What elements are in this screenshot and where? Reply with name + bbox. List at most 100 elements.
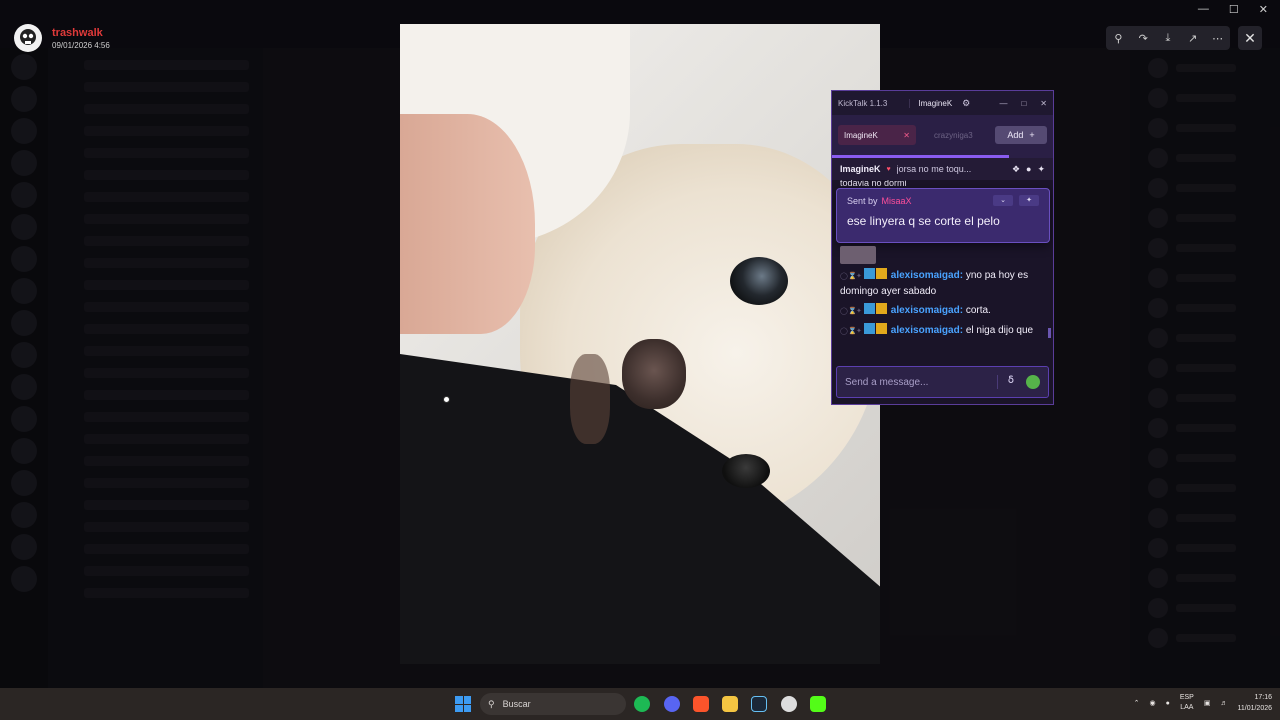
pinned-message[interactable]: ImagineK ♥ jorsa no me toqu... ❖ ● ✦ xyxy=(832,158,1053,180)
clock[interactable]: 17:16 11/01/2026 xyxy=(1237,692,1272,714)
pin-icon[interactable]: ❖ xyxy=(1012,164,1020,175)
brave-icon[interactable] xyxy=(693,696,709,712)
spotify-icon[interactable] xyxy=(634,696,650,712)
chevron-up-icon[interactable]: ⌃ xyxy=(1134,699,1140,707)
hand xyxy=(400,114,535,334)
discord-icon[interactable] xyxy=(664,696,680,712)
badge-icon xyxy=(864,323,875,334)
mouse-cursor xyxy=(443,396,450,403)
sender-name[interactable]: MisaaX xyxy=(882,196,912,206)
pinned-user[interactable]: ImagineK xyxy=(840,164,881,174)
emote-image xyxy=(840,246,876,264)
network-icon[interactable]: ▣ xyxy=(1204,699,1211,707)
avatar[interactable] xyxy=(14,24,42,52)
chat-messages: todavia no dormi Sent by MisaaX ⌄ ✦ ese … xyxy=(832,180,1053,340)
emote-picker-icon[interactable] xyxy=(1026,375,1040,389)
uploader-name[interactable]: trashwalk xyxy=(52,27,110,39)
language-indicator[interactable]: ESP LAA xyxy=(1180,693,1194,713)
chat-username[interactable]: alexisomaigad: xyxy=(891,325,963,336)
chat-username[interactable]: alexisomaigad: xyxy=(891,270,963,281)
viewer-toolbar: ⚲ ↷ ⤓ ↗ ⋯ xyxy=(1106,26,1230,50)
unpin-icon[interactable]: ✦ xyxy=(1037,164,1045,175)
pin-icon[interactable]: ✦ xyxy=(856,304,864,319)
ban-icon[interactable]: ⌛ xyxy=(848,269,857,284)
chat-message: ◯⌛✦ alexisomaigad: corta. xyxy=(840,303,1043,319)
scrollbar[interactable] xyxy=(1048,328,1051,338)
close-tab-icon[interactable]: ✕ xyxy=(903,131,910,140)
zoom-icon[interactable]: ⚲ xyxy=(1109,32,1127,45)
open-external-icon[interactable]: ↗ xyxy=(1184,32,1202,45)
chat-message: todavia no dormi xyxy=(840,180,907,188)
dog-eye xyxy=(722,454,770,488)
minimize-icon[interactable]: — xyxy=(999,99,1007,108)
reply-card-text: ese linyera q se corte el pelo xyxy=(847,214,1000,228)
more-icon[interactable]: ⋯ xyxy=(1209,32,1227,45)
lang-bottom: LAA xyxy=(1180,704,1194,711)
add-channel-button[interactable]: Add + xyxy=(995,126,1047,144)
upload-timestamp: 09/01/2026 4:56 xyxy=(52,40,110,50)
search-label: Buscar xyxy=(502,699,531,709)
crown-icon xyxy=(876,323,887,334)
chat-username[interactable]: alexisomaigad: xyxy=(891,305,963,316)
ban-icon[interactable]: ⌛ xyxy=(848,304,857,319)
gear-icon[interactable]: ⚙ xyxy=(962,98,970,109)
chevron-down-icon[interactable]: ⌄ xyxy=(993,195,1013,206)
dog-photo[interactable] xyxy=(400,24,880,664)
close-viewer-button[interactable]: ✕ xyxy=(1238,26,1262,50)
timeout-icon[interactable]: ◯ xyxy=(840,304,848,319)
translate-icon[interactable]: ẟ xyxy=(1008,375,1014,389)
close-window-icon[interactable]: ✕ xyxy=(1259,3,1268,16)
message-input[interactable]: Send a message... ẟ xyxy=(836,366,1049,398)
kicktalk-titlebar: KickTalk 1.1.3 ImagineK ⚙ — □ ✕ xyxy=(832,91,1053,115)
tab-label: ImagineK xyxy=(844,130,878,140)
kick-icon[interactable] xyxy=(810,696,826,712)
discord-tray-icon[interactable]: ◉ xyxy=(1150,699,1156,707)
chat-message: ◯⌛✦ alexisomaigad: yno pa hoy es domingo… xyxy=(840,268,1043,299)
message-placeholder: Send a message... xyxy=(845,376,929,388)
uploader-info: trashwalk 09/01/2026 4:56 xyxy=(14,24,110,52)
crown-icon xyxy=(876,268,887,279)
lang-top: ESP xyxy=(1179,694,1194,701)
chrome-icon[interactable] xyxy=(781,696,797,712)
system-tray: ⌃ ◉ ● ESP LAA ▣ ♬ 17:16 11/01/2026 xyxy=(1134,692,1272,714)
pin-icon[interactable]: ✦ xyxy=(1019,195,1039,206)
badge-icon xyxy=(864,268,875,279)
share-icon[interactable]: ↷ xyxy=(1134,32,1152,45)
microphone-icon[interactable]: ● xyxy=(1166,700,1170,707)
app-title: KickTalk 1.1.3 xyxy=(838,98,888,108)
pinned-text: jorsa no me toqu... xyxy=(896,164,972,174)
file-explorer-icon[interactable] xyxy=(722,696,738,712)
clock-date: 11/01/2026 xyxy=(1237,705,1272,712)
taskbar: ⚲ Buscar ⌃ ◉ ● ESP LAA ▣ ♬ 17:16 11/01/2… xyxy=(0,688,1280,720)
clock-time: 17:16 xyxy=(1254,694,1272,701)
search-icon: ⚲ xyxy=(488,698,495,709)
chat-text: corta. xyxy=(965,305,991,316)
dog-nose xyxy=(622,339,686,409)
volume-icon[interactable]: ♬ xyxy=(1220,700,1227,707)
tab-crazyniga3[interactable]: crazyniga3 xyxy=(934,131,973,140)
ban-icon[interactable]: ⌛ xyxy=(848,324,857,339)
pin-icon[interactable]: ✦ xyxy=(856,269,864,284)
kicktalk-window: KickTalk 1.1.3 ImagineK ⚙ — □ ✕ ImagineK… xyxy=(831,90,1054,405)
dog-eye xyxy=(730,257,788,305)
maximize-icon[interactable]: ☐ xyxy=(1229,3,1239,16)
channel-tabs: ImagineK ✕ crazyniga3 Add + xyxy=(832,115,1053,155)
steam-icon[interactable] xyxy=(751,696,767,712)
tab-imaginek[interactable]: ImagineK ✕ xyxy=(838,125,916,145)
maximize-icon[interactable]: □ xyxy=(1021,99,1026,108)
heart-icon: ♥ xyxy=(886,165,891,173)
windows-start-icon[interactable] xyxy=(455,696,471,712)
close-icon[interactable]: ✕ xyxy=(1040,99,1047,108)
download-icon[interactable]: ⤓ xyxy=(1159,32,1177,45)
pin-icon[interactable]: ✦ xyxy=(856,324,864,339)
skull-icon xyxy=(20,29,36,45)
account-name[interactable]: ImagineK xyxy=(909,98,952,108)
timeout-icon[interactable]: ◯ xyxy=(840,324,848,339)
plus-icon: + xyxy=(1029,130,1035,140)
reply-card: Sent by MisaaX ⌄ ✦ ese linyera q se cort… xyxy=(836,188,1050,243)
window-controls: — ☐ ✕ xyxy=(1198,3,1268,16)
timeout-icon[interactable]: ◯ xyxy=(840,269,848,284)
taskbar-search[interactable]: ⚲ Buscar xyxy=(480,693,626,715)
minimize-icon[interactable]: — xyxy=(1198,3,1209,16)
user-icon[interactable]: ● xyxy=(1026,164,1031,174)
